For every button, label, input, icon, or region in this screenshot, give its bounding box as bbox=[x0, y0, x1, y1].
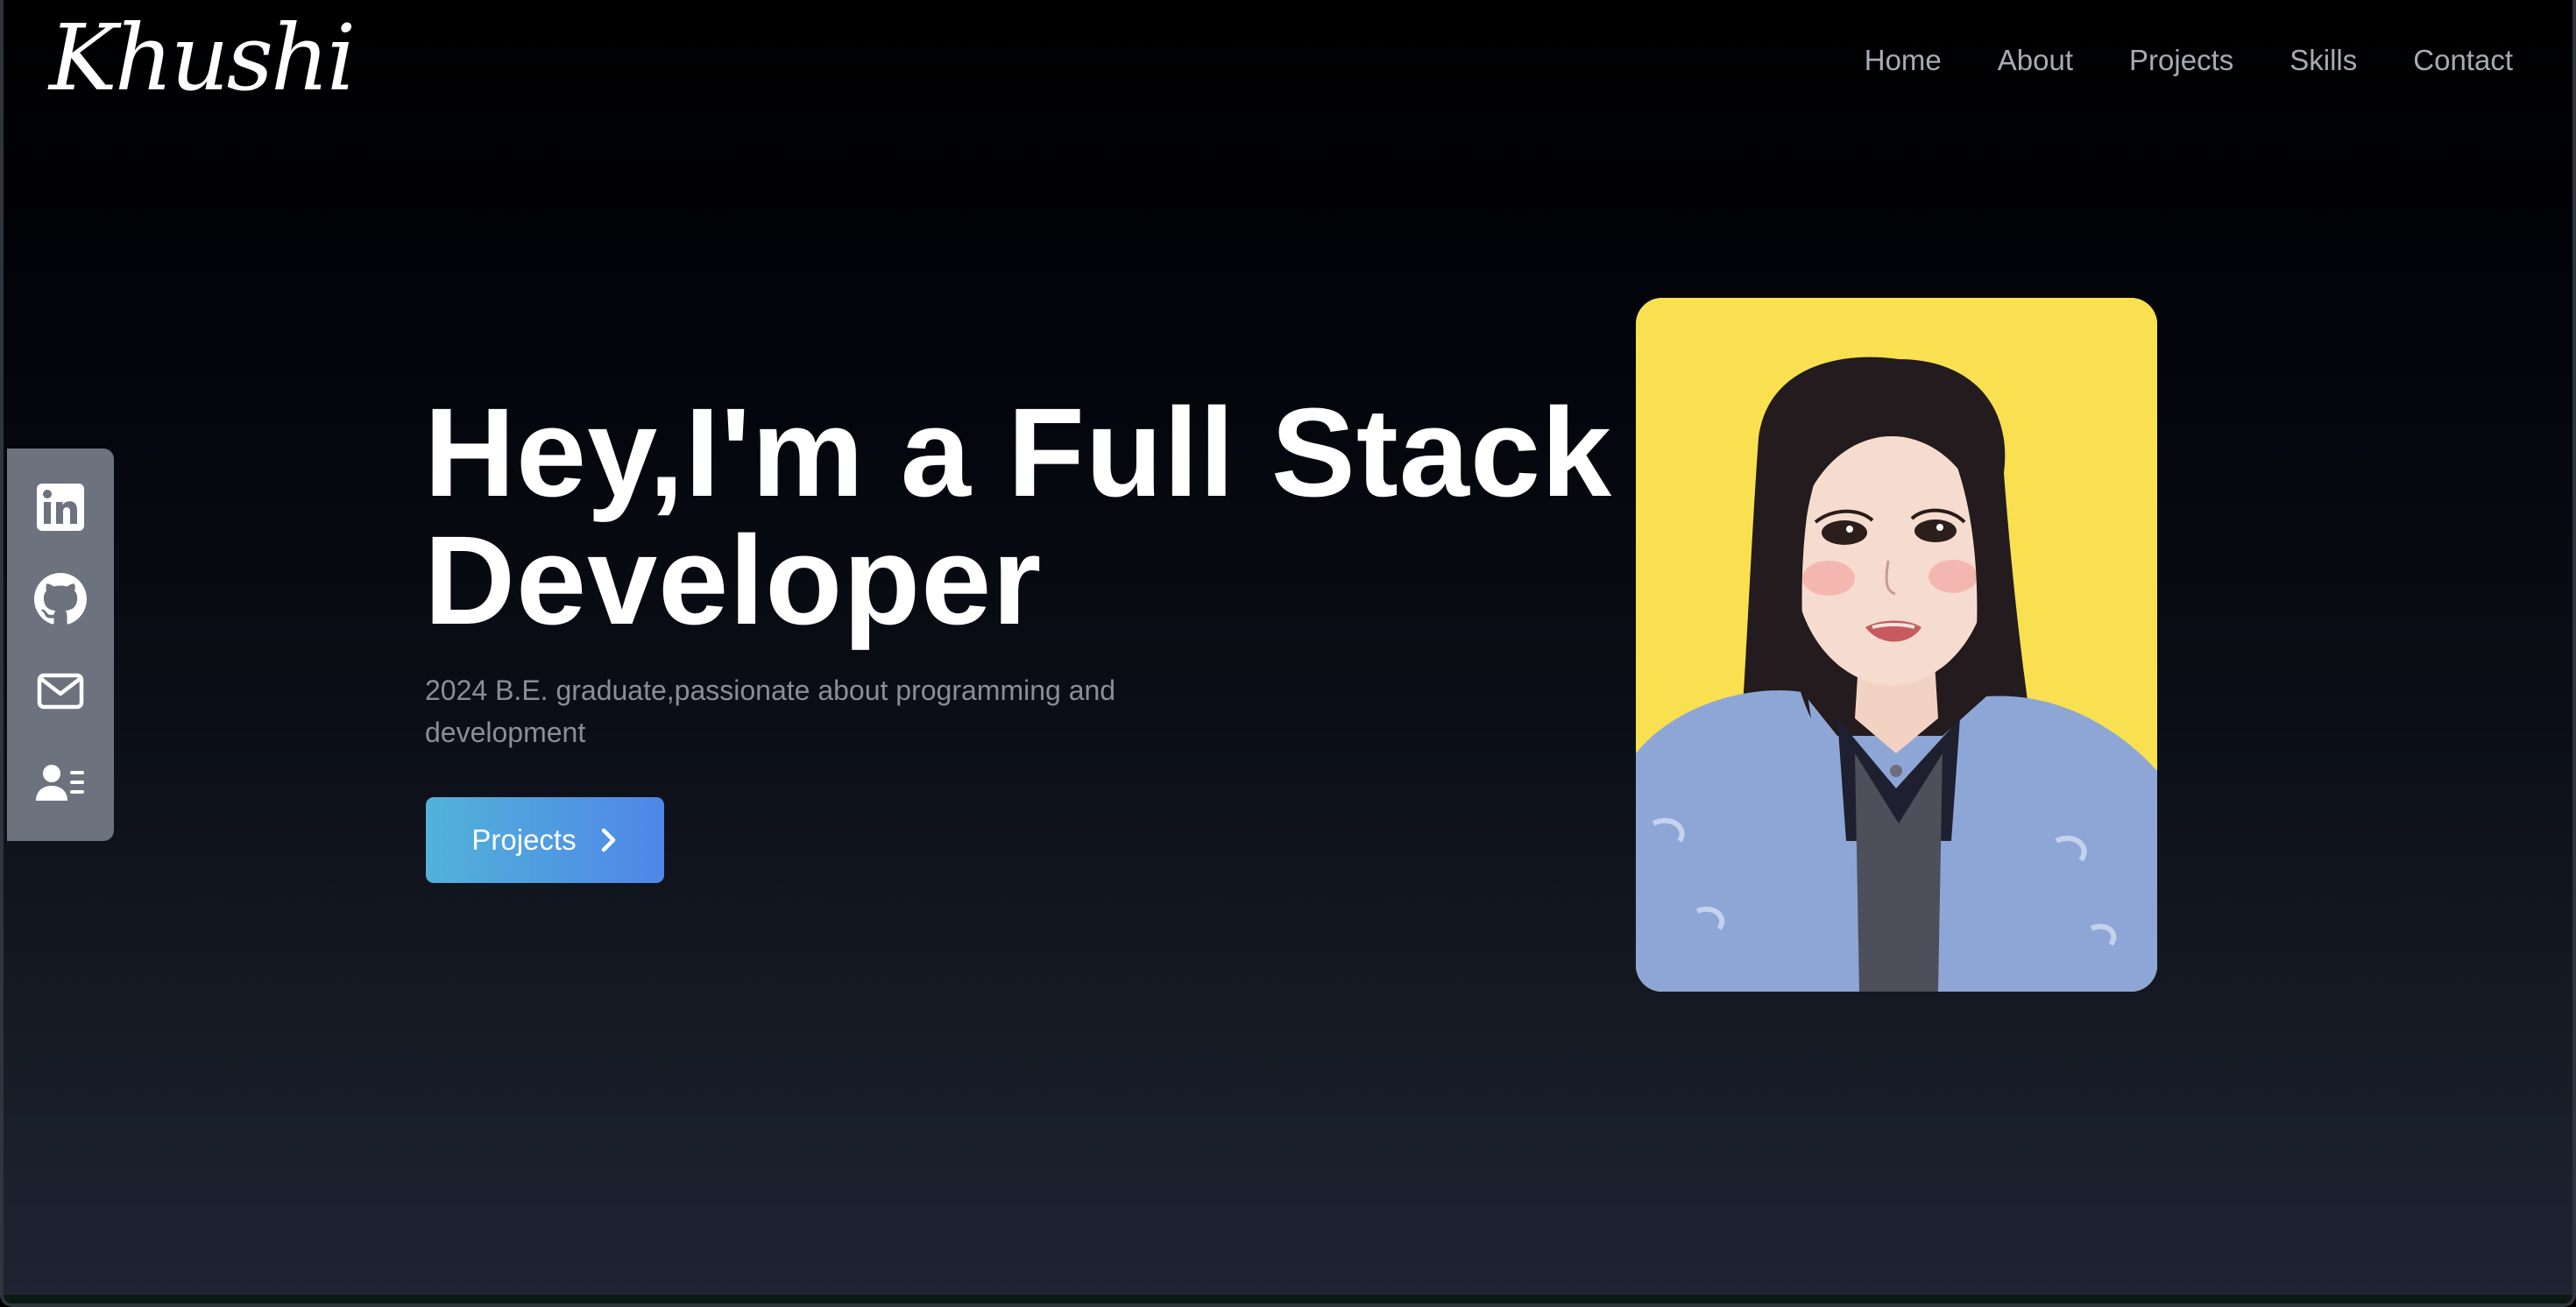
resume-icon bbox=[36, 764, 84, 801]
github-icon bbox=[34, 572, 87, 625]
hero-title-line2: Developer bbox=[424, 510, 1043, 651]
bottom-border bbox=[4, 1295, 2572, 1303]
projects-button[interactable]: Projects bbox=[426, 797, 664, 883]
email-link[interactable] bbox=[32, 663, 88, 719]
main-nav: Home About Projects Skills Contact bbox=[1865, 44, 2513, 77]
hero-title: Hey,I'm a Full Stack Developer bbox=[424, 389, 1651, 645]
resume-link[interactable] bbox=[32, 755, 88, 811]
nav-skills[interactable]: Skills bbox=[2289, 44, 2357, 77]
github-link[interactable] bbox=[32, 571, 88, 627]
mail-icon bbox=[37, 673, 84, 709]
hero-subtitle: 2024 B.E. graduate,passionate about prog… bbox=[425, 675, 1116, 748]
chevron-right-icon bbox=[601, 828, 615, 852]
projects-button-label: Projects bbox=[471, 823, 577, 856]
page: Khushi Home About Projects Skills Contac… bbox=[0, 0, 2576, 1307]
nav-contact[interactable]: Contact bbox=[2413, 44, 2513, 77]
nav-projects[interactable]: Projects bbox=[2129, 44, 2233, 77]
nav-about[interactable]: About bbox=[1998, 44, 2073, 77]
site-logo[interactable]: Khushi bbox=[49, 4, 356, 113]
profile-illustration bbox=[1636, 298, 2157, 992]
hero-title-line1: Hey,I'm a Full Stack bbox=[424, 382, 1613, 523]
linkedin-icon bbox=[37, 483, 84, 531]
social-sidebar bbox=[7, 449, 114, 841]
linkedin-link[interactable] bbox=[32, 479, 88, 535]
profile-portrait bbox=[1636, 298, 2157, 992]
nav-home[interactable]: Home bbox=[1865, 44, 1942, 77]
